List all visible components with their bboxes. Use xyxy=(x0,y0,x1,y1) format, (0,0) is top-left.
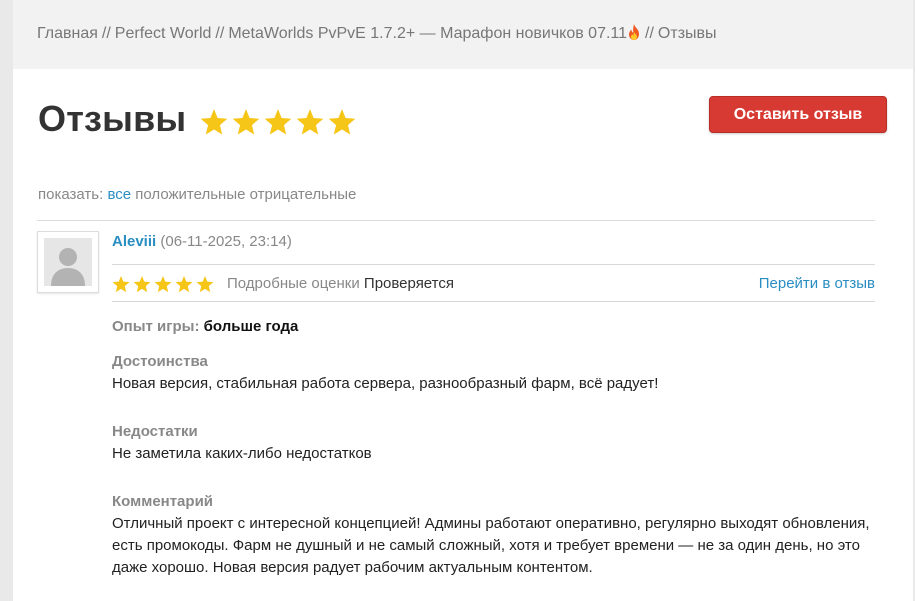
moderation-status: Проверяется xyxy=(363,275,454,292)
review-rating-stars xyxy=(112,276,214,293)
star-icon xyxy=(264,109,292,135)
divider xyxy=(37,220,875,221)
review-author: Aleviii (06-11-2025, 23:14) xyxy=(112,233,292,250)
filter-negative[interactable]: отрицательные xyxy=(250,186,357,203)
cons-label: Недостатки xyxy=(112,423,198,440)
detailed-ratings-toggle[interactable]: Подробные оценки xyxy=(227,275,360,292)
breadcrumb-separator: // xyxy=(215,25,225,42)
star-icon xyxy=(112,276,130,293)
divider xyxy=(112,264,875,265)
breadcrumb-separator: // xyxy=(101,25,111,42)
fire-icon xyxy=(629,24,640,40)
author-name-link[interactable]: Aleviii xyxy=(112,233,156,250)
star-icon xyxy=(175,276,193,293)
star-icon xyxy=(328,109,356,135)
review-filter: показать: все положительные отрицательны… xyxy=(38,186,356,203)
game-experience: Опыт игры: больше года xyxy=(112,318,298,335)
star-icon xyxy=(296,109,324,135)
leave-review-button[interactable]: Оставить отзыв xyxy=(709,96,887,133)
star-icon xyxy=(232,109,260,135)
filter-label: показать: xyxy=(38,186,104,203)
pros-text: Новая версия, стабильная работа сервера,… xyxy=(112,375,659,392)
star-icon xyxy=(154,276,172,293)
breadcrumb-current: Отзывы xyxy=(657,25,717,42)
avatar xyxy=(37,231,99,293)
go-to-review-link[interactable]: Перейти в отзыв xyxy=(759,275,875,292)
filter-all[interactable]: все xyxy=(107,186,131,203)
breadcrumb-perfect-world[interactable]: Perfect World xyxy=(115,25,212,42)
page-frame-left xyxy=(0,0,13,601)
breadcrumb: Главная//Perfect World//MetaWorlds PvPvE… xyxy=(13,0,913,69)
comment-text: Отличный проект с интересной концепцией!… xyxy=(112,515,870,576)
user-silhouette-icon xyxy=(44,238,92,286)
breadcrumb-home[interactable]: Главная xyxy=(37,25,98,42)
breadcrumb-server[interactable]: MetaWorlds PvPvE 1.7.2+ — Марафон новичк… xyxy=(228,24,641,42)
experience-value: больше года xyxy=(203,318,299,335)
cons-text: Не заметила каких-либо недостатков xyxy=(112,445,372,462)
star-icon xyxy=(196,276,214,293)
title-rating-stars xyxy=(200,109,356,136)
breadcrumb-server-label: MetaWorlds PvPvE 1.7.2+ — Марафон новичк… xyxy=(228,25,628,42)
star-icon xyxy=(200,109,228,135)
comment-label: Комментарий xyxy=(112,493,214,510)
breadcrumb-separator: // xyxy=(645,25,654,42)
page-title: Отзывы xyxy=(38,98,187,139)
divider xyxy=(112,301,875,302)
pros-label: Достоинства xyxy=(112,353,208,370)
detailed-ratings: Подробные оценки Проверяется xyxy=(227,275,454,292)
star-icon xyxy=(133,276,151,293)
review-date: (06-11-2025, 23:14) xyxy=(160,233,292,250)
experience-label: Опыт игры: xyxy=(112,318,200,335)
filter-positive[interactable]: положительные xyxy=(135,186,245,203)
